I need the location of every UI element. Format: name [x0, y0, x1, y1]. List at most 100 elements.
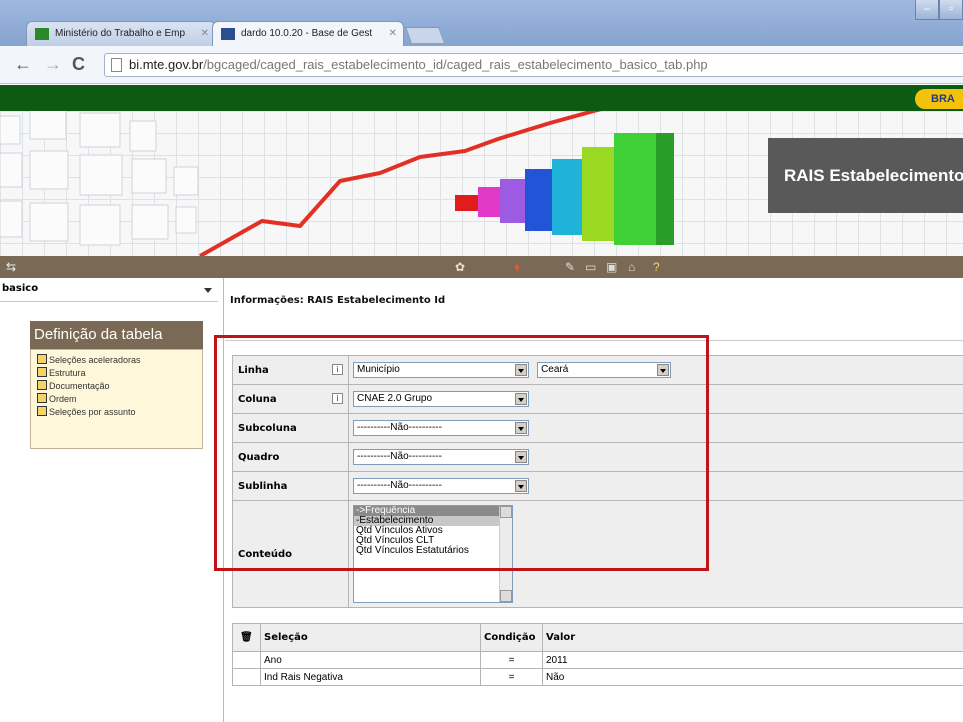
quadro-select[interactable]: ----------Não---------- [353, 449, 529, 465]
cell-valor: Não [542, 668, 963, 686]
trash-icon[interactable]: 🗑 [232, 623, 261, 652]
folder-icon [37, 367, 47, 377]
info-icon[interactable]: i [332, 364, 343, 375]
gov-header-bar: BRA [0, 85, 963, 111]
linha-label-cell: Linha i [232, 355, 349, 385]
header-selecao: Seleção [260, 623, 481, 652]
folder-icon [37, 354, 47, 364]
view-selector-value: basico [2, 283, 39, 294]
menu-item-estrutura[interactable]: Estrutura [37, 367, 202, 380]
pin-icon[interactable]: ♦ [514, 259, 520, 275]
tab-title: Ministério do Trabalho e Emp [55, 28, 186, 39]
close-tab-icon[interactable]: ✕ [389, 22, 397, 46]
definition-panel-title: Definição da tabela [30, 321, 203, 349]
dropdown-arrow-icon [657, 364, 670, 376]
row-sublinha: Sublinha ----------Não---------- [232, 471, 963, 501]
dropdown-arrow-icon [515, 480, 527, 492]
rais-banner: RAIS Estabelecimento [0, 111, 963, 256]
main-content: Informações: RAIS Estabelecimento Id Lin… [225, 278, 963, 722]
chart-icon[interactable]: ⌂ [628, 259, 635, 275]
wizard-icon[interactable]: ✿ [455, 259, 465, 275]
info-icon[interactable]: i [332, 393, 343, 404]
row-conteudo: Conteúdo ->Frequência -Estabelecimento Q… [232, 500, 963, 608]
table-row[interactable]: Ind Rais Negativa = Não [232, 668, 963, 686]
cell-condicao: = [480, 668, 543, 686]
tab-ministerio[interactable]: Ministério do Trabalho e Emp ✕ [26, 21, 216, 46]
dropdown-arrow-icon [515, 451, 527, 463]
linha-label: Linha [238, 364, 269, 376]
folder-plus-icon [37, 406, 47, 416]
row-quadro: Quadro ----------Não---------- [232, 442, 963, 472]
tab-dardo[interactable]: dardo 10.0.20 - Base de Gest ✕ [212, 21, 404, 46]
menu-item-documentacao[interactable]: Documentação [37, 380, 202, 393]
minimize-button[interactable]: – [915, 0, 939, 20]
linha-select[interactable]: Município [353, 362, 529, 378]
dardo-icon [221, 28, 235, 40]
cell-selecao: Ano [260, 651, 481, 669]
brasil-logo[interactable]: BRA [915, 89, 963, 109]
row-subcoluna: Subcoluna ----------Não---------- [232, 413, 963, 443]
address-bar[interactable]: bi.mte.gov.br/bgcaged/caged_rais_estabel… [104, 53, 963, 77]
list-option[interactable]: Qtd Vínculos Estatutários [354, 546, 512, 556]
maximize-button[interactable]: ▫ [939, 0, 963, 20]
menu-item-selecoes-por-assunto[interactable]: Seleções por assunto [37, 406, 202, 419]
conteudo-listbox[interactable]: ->Frequência -Estabelecimento Qtd Víncul… [353, 505, 513, 603]
conteudo-label: Conteúdo [232, 500, 349, 608]
sublinha-select[interactable]: ----------Não---------- [353, 478, 529, 494]
dropdown-arrow-icon [515, 422, 527, 434]
back-icon[interactable]: ← [14, 54, 32, 74]
table-row[interactable]: Ano = 2011 [232, 651, 963, 669]
scroll-down-icon[interactable] [500, 590, 512, 602]
table-definition-form: Linha i Município Ceará Coluna i CNAE 2.… [232, 355, 963, 608]
coluna-select[interactable]: CNAE 2.0 Grupo [353, 391, 529, 407]
folder-icon[interactable]: ▭ [585, 259, 596, 275]
tab-title: dardo 10.0.20 - Base de Gest [241, 28, 373, 39]
collapse-icon[interactable]: ⇆ [6, 259, 16, 275]
subcoluna-select[interactable]: ----------Não---------- [353, 420, 529, 436]
banner-title: RAIS Estabelecimento [768, 138, 963, 213]
page-icon [111, 58, 122, 72]
sublinha-controls: ----------Não---------- [348, 471, 963, 501]
row-checkbox-cell[interactable] [232, 651, 261, 669]
browser-toolbar: ← → C bi.mte.gov.br/bgcaged/caged_rais_e… [0, 46, 963, 84]
pencil-icon[interactable]: ✎ [565, 259, 575, 275]
reload-icon[interactable]: C [72, 54, 85, 74]
brazil-flag-icon [35, 28, 49, 40]
new-tab-button[interactable] [405, 27, 445, 43]
folder-icon [37, 380, 47, 390]
subcoluna-label: Subcoluna [232, 413, 349, 443]
quadro-controls: ----------Não---------- [348, 442, 963, 472]
close-tab-icon[interactable]: ✕ [201, 22, 209, 46]
browser-titlebar: Ministério do Trabalho e Emp ✕ dardo 10.… [0, 0, 963, 46]
row-checkbox-cell[interactable] [232, 668, 261, 686]
conteudo-controls: ->Frequência -Estabelecimento Qtd Víncul… [348, 500, 963, 608]
help-icon[interactable]: ? [653, 259, 660, 275]
linha-filter-select[interactable]: Ceará [537, 362, 672, 378]
view-selector[interactable]: basico [0, 282, 218, 302]
coluna-label: Coluna [238, 393, 277, 405]
subcoluna-controls: ----------Não---------- [348, 413, 963, 443]
coluna-label-cell: Coluna i [232, 384, 349, 414]
header-valor: Valor [542, 623, 963, 652]
folder-icon [37, 393, 47, 403]
linha-controls: Município Ceará [348, 355, 963, 385]
dropdown-arrow-icon [515, 364, 527, 376]
sublinha-label: Sublinha [232, 471, 349, 501]
row-coluna: Coluna i CNAE 2.0 Grupo [232, 384, 963, 414]
listbox-scrollbar[interactable] [499, 506, 512, 602]
scroll-up-icon[interactable] [500, 506, 512, 518]
menu-item-selecoes-aceleradoras[interactable]: Seleções aceleradoras [37, 354, 202, 367]
selection-header-row: 🗑 Seleção Condição Valor [232, 623, 963, 652]
page-toolbar: ⇆ ✿ ♦ ✎ ▭ ▣ ⌂ ? [0, 256, 963, 278]
divider [225, 340, 963, 341]
cell-selecao: Ind Rais Negativa [260, 668, 481, 686]
coluna-controls: CNAE 2.0 Grupo [348, 384, 963, 414]
row-linha: Linha i Município Ceará [232, 355, 963, 385]
menu-item-ordem[interactable]: Ordem [37, 393, 202, 406]
save-icon[interactable]: ▣ [606, 259, 617, 275]
dropdown-arrow-icon [515, 393, 527, 405]
forward-icon[interactable]: → [44, 54, 62, 74]
cell-condicao: = [480, 651, 543, 669]
chevron-down-icon [204, 288, 212, 293]
info-title: Informações: RAIS Estabelecimento Id [230, 295, 446, 306]
